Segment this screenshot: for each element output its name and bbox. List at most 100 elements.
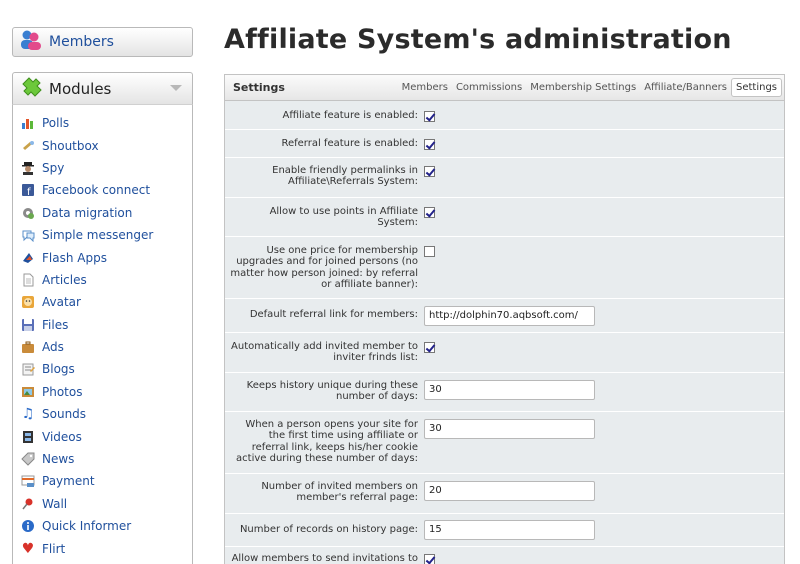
module-item-sounds[interactable]: ♫ Sounds (13, 403, 192, 425)
tab-commissions[interactable]: Commissions (452, 79, 526, 96)
bar-chart-icon (21, 116, 35, 130)
setting-row: Allow to use points in Affiliate System: (225, 198, 784, 237)
modules-list: Polls Shoutbox Spy f Facebook connect Da… (12, 104, 193, 564)
send-invitations-checkbox[interactable] (424, 554, 435, 564)
module-item-articles[interactable]: Articles (13, 269, 192, 291)
module-item-wall[interactable]: Wall (13, 493, 192, 515)
module-item-files[interactable]: Files (13, 314, 192, 336)
one-price-checkbox[interactable] (424, 246, 435, 257)
spy-icon (21, 161, 35, 175)
setting-row: When a person opens your site for the fi… (225, 412, 784, 474)
tab-membership-settings[interactable]: Membership Settings (526, 79, 640, 96)
module-label: Data migration (42, 205, 133, 220)
module-item-polls[interactable]: Polls (13, 112, 192, 134)
module-label: Wall (42, 496, 68, 511)
tab-affiliate-banners[interactable]: Affiliate/Banners (640, 79, 731, 96)
invited-per-page-input[interactable]: 20 (424, 481, 595, 501)
floppy-icon (21, 318, 35, 332)
photo-icon (21, 385, 35, 399)
module-item-blogs[interactable]: Blogs (13, 358, 192, 380)
modules-header[interactable]: Modules (12, 72, 193, 104)
module-label: Files (42, 317, 69, 332)
setting-label: Allow to use points in Affiliate System: (269, 206, 418, 229)
module-item-news[interactable]: News (13, 448, 192, 470)
module-label: Avatar (42, 295, 81, 310)
module-item-videos[interactable]: Videos (13, 425, 192, 447)
shout-icon (21, 139, 35, 153)
module-label: News (42, 452, 75, 467)
module-label: Ads (42, 340, 64, 355)
setting-label: When a person opens your site for the fi… (236, 419, 418, 465)
module-label: Facebook connect (42, 183, 151, 198)
briefcase-icon (21, 340, 35, 354)
module-item-quick-informer[interactable]: Quick Informer (13, 515, 192, 537)
modules-label: Modules (49, 79, 112, 98)
cookie-days-input[interactable]: 30 (424, 419, 595, 439)
members-menu-button[interactable]: Members (12, 27, 193, 57)
module-label: Polls (42, 116, 70, 131)
setting-row: Enable friendly permalinks in Affiliate\… (225, 158, 784, 198)
module-item-facebook-connect[interactable]: f Facebook connect (13, 179, 192, 201)
tab-settings[interactable]: Settings (730, 78, 782, 97)
auto-add-friend-checkbox[interactable] (424, 342, 435, 353)
gear-icon (21, 206, 35, 220)
setting-row: Default referral link for members: http:… (225, 299, 784, 333)
setting-label: Affiliate feature is enabled: (282, 110, 418, 121)
setting-row: Number of invited members on member's re… (225, 474, 784, 514)
history-records-input[interactable]: 15 (424, 520, 595, 540)
history-days-input[interactable]: 30 (424, 380, 595, 400)
tab-members[interactable]: Members (398, 79, 452, 96)
facebook-icon: f (21, 183, 35, 197)
module-item-ads[interactable]: Ads (13, 336, 192, 358)
setting-label: Allow members to send invitations to (231, 553, 418, 564)
module-label: Flirt (42, 541, 66, 556)
friendly-permalinks-checkbox[interactable] (424, 166, 435, 177)
pin-icon (21, 497, 35, 511)
tag-icon (21, 452, 35, 466)
module-label: Simple messenger (42, 228, 154, 243)
module-label: Videos (42, 429, 82, 444)
module-item-payment[interactable]: Payment (13, 470, 192, 492)
module-item-photos[interactable]: Photos (13, 381, 192, 403)
setting-row: Automatically add invited member to invi… (225, 333, 784, 373)
setting-label: Keeps history unique during these number… (246, 380, 418, 403)
document-icon (21, 273, 35, 287)
setting-label: Automatically add invited member to invi… (231, 341, 418, 364)
tab-bar: Members Commissions Membership Settings … (398, 78, 782, 97)
panel-header: Settings Members Commissions Membership … (225, 75, 784, 101)
affiliate-enabled-checkbox[interactable] (424, 111, 435, 122)
page-title: Affiliate System's administration (224, 24, 732, 55)
setting-row: Allow members to send invitations to (225, 547, 784, 564)
module-item-flash-apps[interactable]: Flash Apps (13, 246, 192, 268)
settings-panel: Settings Members Commissions Membership … (224, 74, 785, 564)
default-referral-link-input[interactable]: http://dolphin70.aqbsoft.com/ (424, 306, 595, 326)
module-item-data-migration[interactable]: Data migration (13, 202, 192, 224)
use-points-checkbox[interactable] (424, 207, 435, 218)
info-icon (21, 519, 35, 533)
payment-icon (21, 474, 35, 488)
referral-enabled-checkbox[interactable] (424, 139, 435, 150)
setting-label: Number of records on history page: (239, 524, 418, 535)
module-label: Blogs (42, 362, 75, 377)
members-label: Members (49, 34, 114, 50)
blog-icon (21, 362, 35, 376)
module-label: Articles (42, 272, 87, 287)
chat-icon (21, 228, 35, 243)
setting-label: Referral feature is enabled: (281, 138, 418, 149)
avatar-icon (21, 295, 35, 309)
chevron-down-icon[interactable] (170, 85, 182, 91)
module-label: Sounds (42, 407, 87, 422)
module-label: Payment (42, 474, 95, 489)
module-item-spy[interactable]: Spy (13, 157, 192, 179)
module-item-avatar[interactable]: Avatar (13, 291, 192, 313)
module-item-shoutbox[interactable]: Shoutbox (13, 134, 192, 156)
setting-label: Number of invited members on member's re… (261, 481, 418, 504)
setting-row: Number of records on history page: 15 (225, 514, 784, 547)
module-item-simple-messenger[interactable]: Simple messenger (13, 224, 192, 246)
setting-row: Referral feature is enabled: (225, 130, 784, 158)
module-label: Photos (42, 384, 83, 399)
setting-row: Affiliate feature is enabled: (225, 101, 784, 130)
module-item-flirt[interactable]: ♥ Flirt (13, 537, 192, 559)
members-icon (19, 29, 43, 55)
flash-icon (21, 251, 35, 265)
